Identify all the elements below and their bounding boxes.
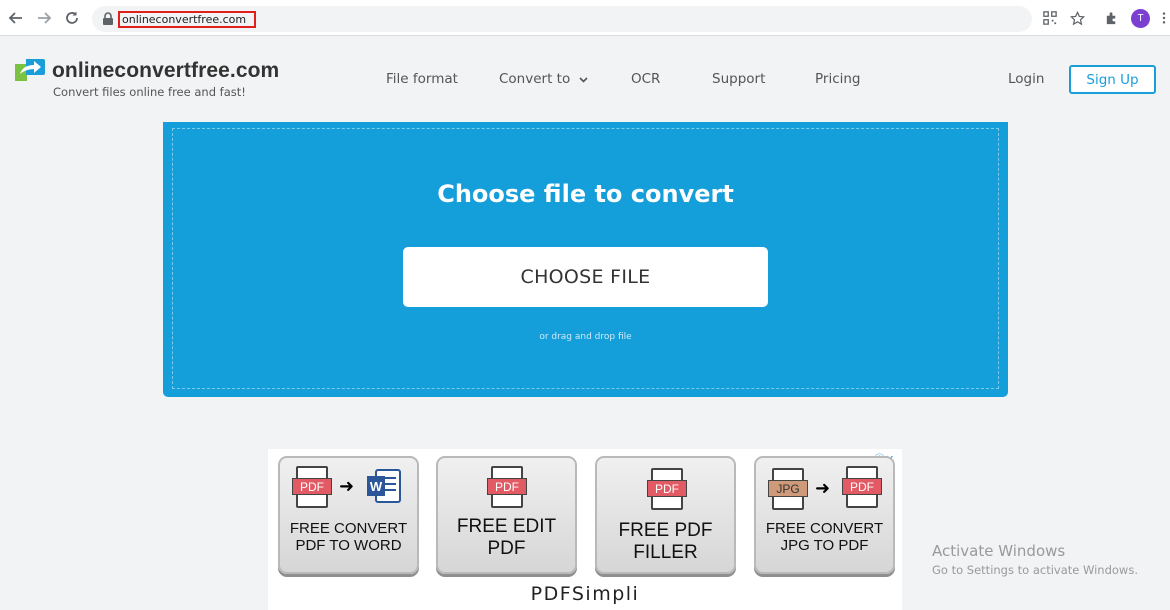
pdf-file-icon: PDF	[487, 466, 527, 510]
pdf-file-icon: PDF	[292, 466, 332, 510]
browser-toolbar: onlineconvertfree.com T	[0, 0, 1170, 36]
advertisement-banner[interactable]: ⓘ✕ PDF ➜ W FREE CONVERT PDF TO WORD PDF …	[268, 449, 902, 610]
upload-title: Choose file to convert	[437, 180, 734, 208]
ad-card-line2: FILLER	[633, 541, 698, 563]
choose-file-button[interactable]: CHOOSE FILE	[403, 247, 768, 307]
ad-card-pdf-to-word[interactable]: PDF ➜ W FREE CONVERT PDF TO WORD	[278, 456, 419, 574]
lock-icon	[103, 12, 113, 25]
bookmark-star-icon[interactable]	[1069, 10, 1085, 26]
svg-text:W: W	[370, 479, 383, 494]
logo-tagline: Convert files online free and fast!	[53, 85, 246, 99]
chevron-down-icon	[578, 71, 588, 87]
windows-activation-watermark: Activate Windows Go to Settings to activ…	[932, 542, 1138, 577]
reload-icon[interactable]	[62, 8, 82, 28]
qr-code-icon[interactable]	[1042, 10, 1058, 26]
nav-pricing[interactable]: Pricing	[815, 71, 861, 87]
ad-card-pdf-filler[interactable]: PDF FREE PDF FILLER	[595, 456, 736, 574]
ad-card-line1: FREE CONVERT	[765, 520, 884, 537]
pdf-file-icon: PDF	[842, 466, 882, 510]
activate-subtitle: Go to Settings to activate Windows.	[932, 563, 1138, 577]
ad-card-line1: FREE CONVERT	[289, 520, 408, 537]
signup-button[interactable]: Sign Up	[1069, 65, 1156, 94]
nav-file-format[interactable]: File format	[386, 71, 458, 87]
jpg-file-icon: JPG	[768, 468, 808, 512]
ad-card-edit-pdf[interactable]: PDF FREE EDIT PDF	[436, 456, 577, 574]
extensions-icon[interactable]	[1103, 10, 1119, 26]
ad-card-line2: PDF	[487, 537, 526, 559]
file-upload-dropzone[interactable]: Choose file to convert CHOOSE FILE or dr…	[163, 122, 1008, 397]
word-doc-icon: W	[367, 469, 401, 503]
profile-avatar[interactable]: T	[1131, 9, 1150, 28]
site-header: onlineconvertfree.com Convert files onli…	[0, 37, 1170, 122]
arrow-right-icon: ➜	[815, 478, 831, 499]
ad-card-line2: PDF TO WORD	[295, 537, 402, 555]
menu-kebab-icon[interactable]	[1160, 10, 1168, 26]
logo-name[interactable]: onlineconvertfree.com	[52, 59, 279, 83]
nav-support[interactable]: Support	[712, 71, 765, 87]
pdf-file-icon: PDF	[647, 468, 687, 512]
nav-ocr[interactable]: OCR	[631, 71, 660, 87]
ad-card-line2: JPG TO PDF	[780, 537, 869, 555]
ad-card-jpg-to-pdf[interactable]: JPG ➜ PDF FREE CONVERT JPG TO PDF	[754, 456, 895, 574]
login-link[interactable]: Login	[1008, 71, 1044, 87]
forward-icon[interactable]	[34, 8, 54, 28]
ad-brand[interactable]: PDFSimpli	[268, 583, 902, 605]
back-icon[interactable]	[6, 8, 26, 28]
nav-convert-to-label: Convert to	[499, 71, 571, 87]
ad-card-line1: FREE PDF	[618, 520, 713, 541]
url-text[interactable]: onlineconvertfree.com	[118, 11, 257, 28]
address-bar[interactable]: onlineconvertfree.com	[92, 6, 1032, 32]
logo-icon[interactable]	[14, 57, 46, 83]
drag-drop-hint: or drag and drop file	[539, 332, 632, 342]
ad-card-line1: FREE EDIT	[456, 516, 557, 537]
arrow-right-icon: ➜	[339, 476, 355, 497]
nav-convert-to[interactable]: Convert to	[499, 71, 588, 87]
activate-title: Activate Windows	[932, 542, 1066, 560]
